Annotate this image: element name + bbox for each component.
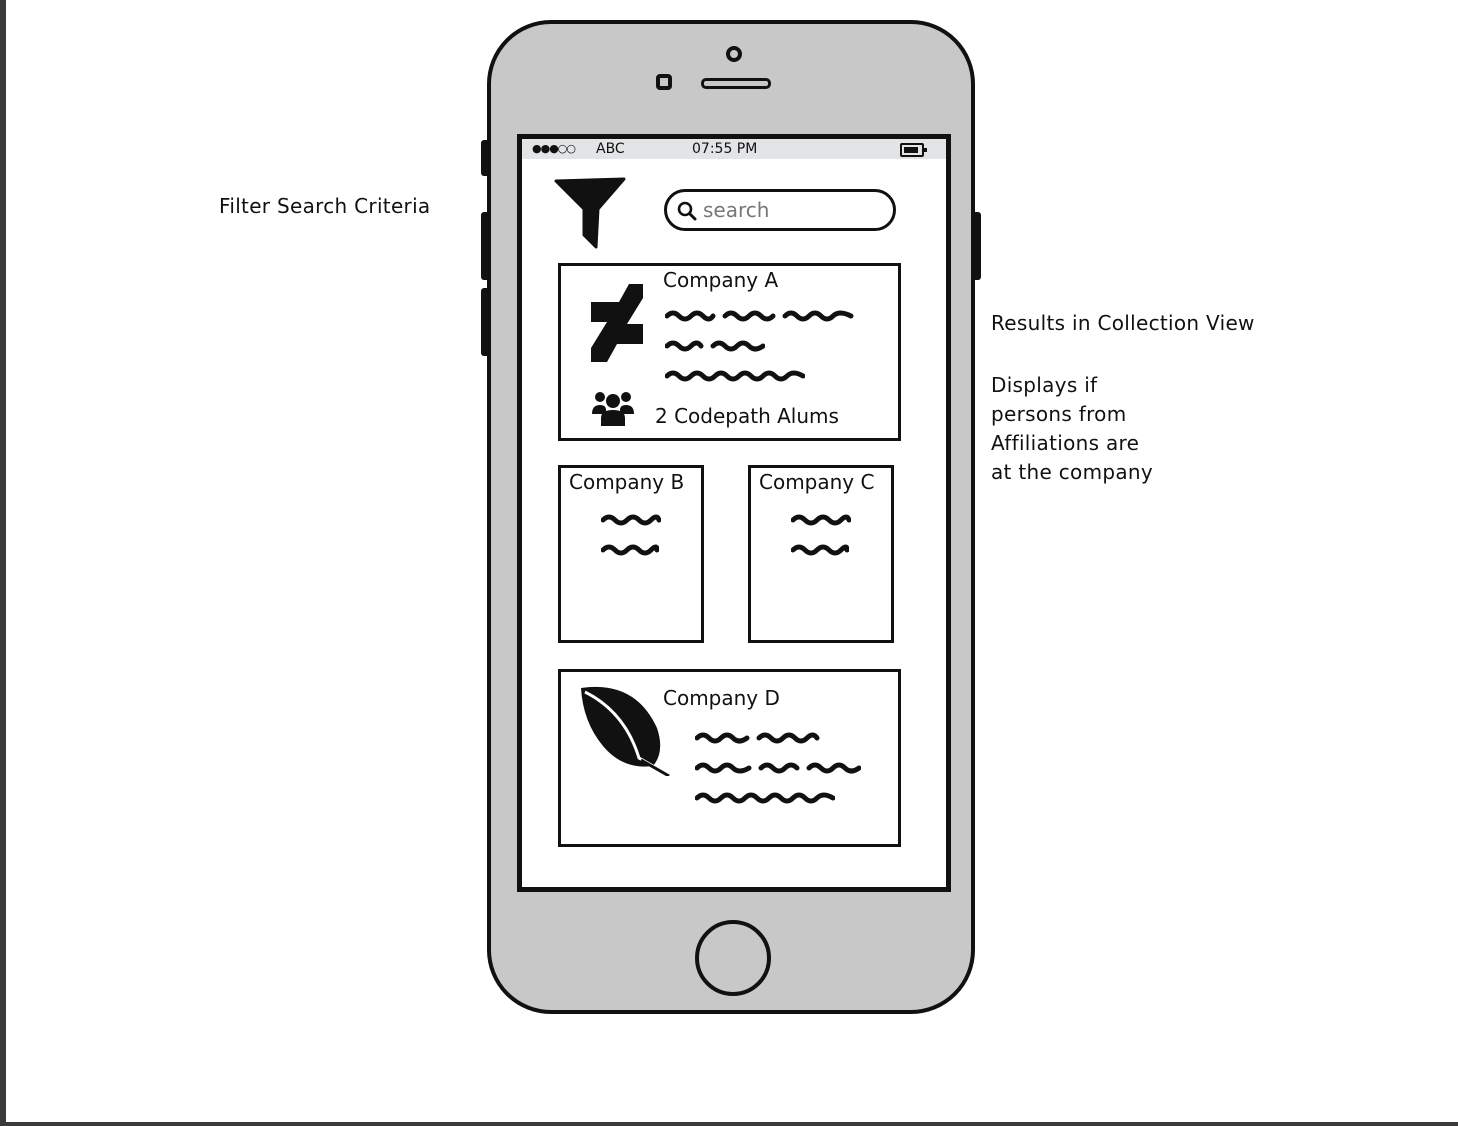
status-time: 07:55 PM bbox=[692, 141, 758, 157]
search-input[interactable] bbox=[703, 197, 883, 223]
placeholder-text-scribble bbox=[791, 544, 849, 556]
result-card-company-b[interactable]: Company B bbox=[558, 465, 704, 643]
alums-annotation-line: Displays if bbox=[991, 373, 1098, 397]
placeholder-text-scribble bbox=[665, 370, 805, 382]
placeholder-text-scribble bbox=[665, 310, 854, 322]
results-annotation: Results in Collection View bbox=[991, 309, 1255, 338]
placeholder-text-scribble bbox=[695, 792, 835, 804]
people-group-icon bbox=[592, 392, 634, 426]
filter-annotation-text: Filter Search Criteria bbox=[219, 194, 431, 218]
phone-screen: ●●●○○ ABC 07:55 PM Company A bbox=[517, 134, 951, 892]
filter-annotation: Filter Search Criteria bbox=[219, 192, 430, 221]
search-icon bbox=[677, 201, 697, 221]
placeholder-text-scribble bbox=[695, 732, 820, 744]
filter-funnel-icon[interactable] bbox=[554, 177, 628, 251]
company-c-title: Company C bbox=[759, 470, 875, 494]
earpiece-speaker bbox=[701, 78, 771, 89]
alums-annotation-line: at the company bbox=[991, 460, 1154, 484]
result-card-company-c[interactable]: Company C bbox=[748, 465, 894, 643]
home-button[interactable] bbox=[695, 920, 771, 996]
placeholder-text-scribble bbox=[695, 762, 861, 774]
carrier-label: ABC bbox=[596, 141, 625, 157]
alums-annotation-line: persons from bbox=[991, 402, 1127, 426]
company-a-title: Company A bbox=[663, 268, 779, 292]
placeholder-text-scribble bbox=[601, 514, 661, 526]
battery-icon bbox=[900, 143, 927, 157]
result-card-company-a[interactable]: Company A 2 Codepath Alums bbox=[558, 263, 901, 441]
placeholder-text-scribble bbox=[665, 340, 765, 352]
search-bar[interactable] bbox=[664, 189, 896, 231]
alums-annotation: Displays if persons from Affiliations ar… bbox=[991, 371, 1153, 487]
status-bar: ●●●○○ ABC 07:55 PM bbox=[522, 139, 946, 159]
proximity-sensor bbox=[656, 74, 672, 90]
results-annotation-text: Results in Collection View bbox=[991, 311, 1255, 335]
deviantart-logo-icon bbox=[591, 284, 643, 362]
result-card-company-d[interactable]: Company D bbox=[558, 669, 901, 847]
window-edge-bottom bbox=[0, 1122, 1458, 1126]
alums-count-label: 2 Codepath Alums bbox=[655, 404, 839, 428]
window-edge-left bbox=[0, 0, 6, 1126]
placeholder-text-scribble bbox=[791, 514, 851, 526]
company-d-title: Company D bbox=[663, 686, 780, 710]
leaf-icon bbox=[581, 686, 670, 776]
company-b-title: Company B bbox=[569, 470, 685, 494]
signal-strength-icon: ●●●○○ bbox=[532, 142, 576, 155]
placeholder-text-scribble bbox=[601, 544, 659, 556]
front-camera bbox=[726, 46, 742, 62]
alums-annotation-line: Affiliations are bbox=[991, 431, 1140, 455]
